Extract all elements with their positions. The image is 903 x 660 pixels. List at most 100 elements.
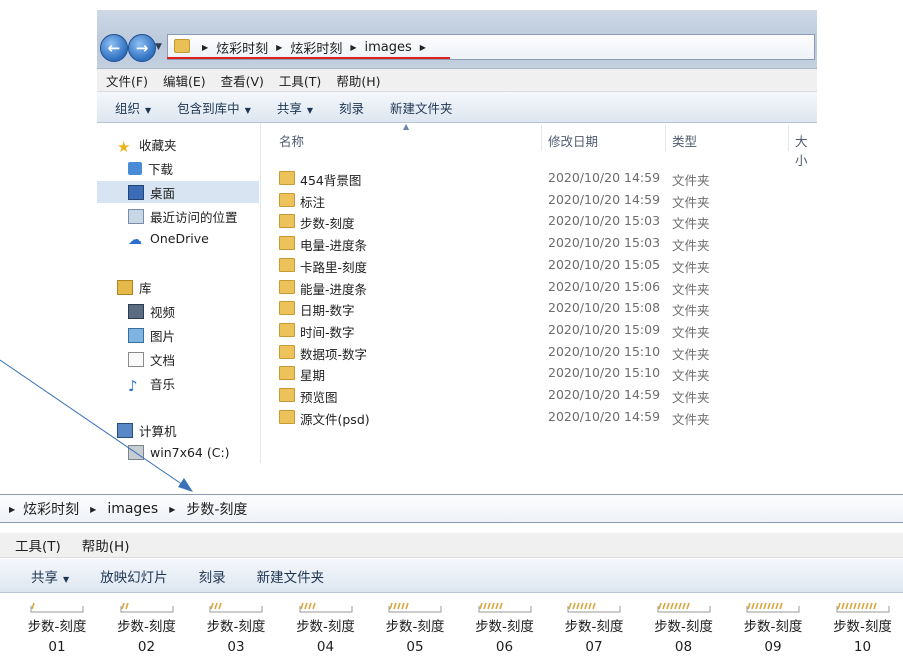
file-name: 454背景图 [300,170,361,189]
nav-item-onedrive[interactable]: ☁ OneDrive [128,231,209,246]
scale-tick [577,603,579,609]
file-row[interactable]: 步数-刻度2020/10/20 15:03文件夹 [261,211,817,232]
column-header-date[interactable]: 修改日期 [548,131,598,150]
menu-help[interactable]: 帮助(H) [82,535,130,555]
thumbnail-name: 步数-刻度 [641,617,727,637]
thumbnail-name: 步数-刻度 [193,617,279,637]
forward-button[interactable]: → [128,34,156,62]
image-thumbnail[interactable]: 步数-刻度10 [820,598,903,660]
file-row[interactable]: 时间-数字2020/10/20 15:09文件夹 [261,320,817,341]
image-thumbnail[interactable]: 步数-刻度09 [730,598,816,660]
scale-tick [589,603,591,609]
image-thumbnail[interactable]: 步数-刻度03 [193,598,279,660]
chevron-right-icon[interactable]: ▶ [202,43,208,52]
nav-item-downloads[interactable]: 下载 [128,159,173,178]
nav-item-favorites[interactable]: ★ 收藏夹 [117,135,177,154]
column-divider[interactable] [788,125,789,151]
share-button[interactable]: 共享▼ [277,98,313,117]
breadcrumb: ▶ 炫彩时刻 ▶ images ▶ 步数-刻度 [0,499,247,519]
slideshow-button[interactable]: 放映幻灯片 [100,566,168,586]
file-date: 2020/10/20 15:03 [548,235,660,250]
image-thumbnail[interactable]: 步数-刻度08 [641,598,727,660]
menu-edit[interactable]: 编辑(E) [163,71,206,90]
scale-tick [776,603,778,609]
file-row[interactable]: 数据项-数字2020/10/20 15:10文件夹 [261,342,817,363]
nav-item-libraries[interactable]: 库 [117,278,152,297]
breadcrumb-item[interactable]: images [107,501,158,517]
file-row[interactable]: 源文件(psd)2020/10/20 14:59文件夹 [261,407,817,428]
scale-baseline [300,606,352,612]
file-name: 电量-进度条 [300,235,367,254]
file-row[interactable]: 电量-进度条2020/10/20 15:03文件夹 [261,233,817,254]
nav-item-desktop[interactable]: 桌面 [128,183,175,202]
scale-tick [866,603,868,609]
file-date: 2020/10/20 14:59 [548,170,660,185]
chevron-down-icon: ▼ [145,106,151,115]
column-header-size[interactable]: 大小 [795,131,817,169]
image-thumbnail[interactable]: 步数-刻度02 [104,598,190,660]
menu-view[interactable]: 查看(V) [221,71,264,90]
file-row[interactable]: 标注2020/10/20 14:59文件夹 [261,190,817,211]
chevron-right-icon[interactable]: ▶ [169,505,175,514]
file-row[interactable]: 星期2020/10/20 15:10文件夹 [261,363,817,384]
column-header-name[interactable]: 名称 [279,131,304,150]
new-folder-button[interactable]: 新建文件夹 [257,566,325,586]
menu-help[interactable]: 帮助(H) [336,71,380,90]
scale-tick [219,603,221,609]
burn-button[interactable]: 刻录 [339,98,364,117]
image-thumbnail[interactable]: 步数-刻度04 [283,598,369,660]
thumbnail-label: 步数-刻度10 [820,617,903,657]
file-type: 文件夹 [672,170,710,189]
image-thumbnail[interactable]: 步数-刻度05 [372,598,458,660]
organize-button[interactable]: 组织▼ [115,98,151,117]
star-icon: ★ [117,138,133,151]
recent-pages-dropdown-icon[interactable]: ▼ [155,42,162,52]
thumbnail-grid: 步数-刻度01步数-刻度02步数-刻度03步数-刻度04步数-刻度05步数-刻度… [0,598,903,660]
share-label: 共享 [277,101,302,116]
menu-tools[interactable]: 工具(T) [279,71,321,90]
chevron-right-icon[interactable]: ▶ [90,505,96,514]
menu-tools[interactable]: 工具(T) [15,535,61,555]
file-row[interactable]: 454背景图 2020/10/20 14:59 文件夹 [261,168,817,189]
share-button[interactable]: 共享▼ [31,566,69,586]
annotation-underline [167,57,450,59]
scale-tick [301,603,303,609]
menu-file[interactable]: 文件(F) [106,71,148,90]
image-thumbnail[interactable]: 步数-刻度06 [462,598,548,660]
file-row[interactable]: 能量-进度条2020/10/20 15:06文件夹 [261,277,817,298]
file-type: 文件夹 [672,192,710,211]
column-divider[interactable] [665,125,666,151]
chevron-right-icon[interactable]: ▶ [420,43,426,52]
chevron-right-icon[interactable]: ▶ [9,505,15,514]
nav-label: 视频 [150,302,175,321]
new-folder-button[interactable]: 新建文件夹 [390,98,453,117]
image-thumbnail[interactable]: 步数-刻度07 [551,598,637,660]
back-button[interactable]: ← [100,34,128,62]
image-thumbnail[interactable]: 步数-刻度01 [14,598,100,660]
include-library-button[interactable]: 包含到库中▼ [177,98,251,117]
scale-tick [870,603,872,609]
breadcrumb-item[interactable]: 炫彩时刻 [216,38,268,57]
scale-tick [488,603,490,609]
scale-tick [406,603,408,609]
scale-tick [764,603,766,609]
chevron-right-icon[interactable]: ▶ [350,43,356,52]
chevron-right-icon[interactable]: ▶ [276,43,282,52]
column-header-type[interactable]: 类型 [672,131,697,150]
scale-tick [585,603,587,609]
file-row[interactable]: 预览图2020/10/20 14:59文件夹 [261,385,817,406]
column-divider[interactable] [541,125,542,151]
file-row[interactable]: 卡路里-刻度2020/10/20 15:05文件夹 [261,255,817,276]
burn-button[interactable]: 刻录 [199,566,226,586]
breadcrumb-item[interactable]: images [365,40,412,55]
folder-icon [279,214,295,228]
breadcrumb-item[interactable]: 炫彩时刻 [290,38,342,57]
nav-item-recent[interactable]: 最近访问的位置 [128,207,238,226]
file-row[interactable]: 日期-数字2020/10/20 15:08文件夹 [261,298,817,319]
breadcrumb-item[interactable]: 步数-刻度 [186,499,247,519]
scale-tick [394,603,396,609]
address-bar[interactable]: ▶ 炫彩时刻 ▶ images ▶ 步数-刻度 [0,494,903,523]
nav-item-videos[interactable]: 视频 [128,302,175,321]
breadcrumb-item[interactable]: 炫彩时刻 [23,499,79,519]
library-icon [117,280,133,295]
